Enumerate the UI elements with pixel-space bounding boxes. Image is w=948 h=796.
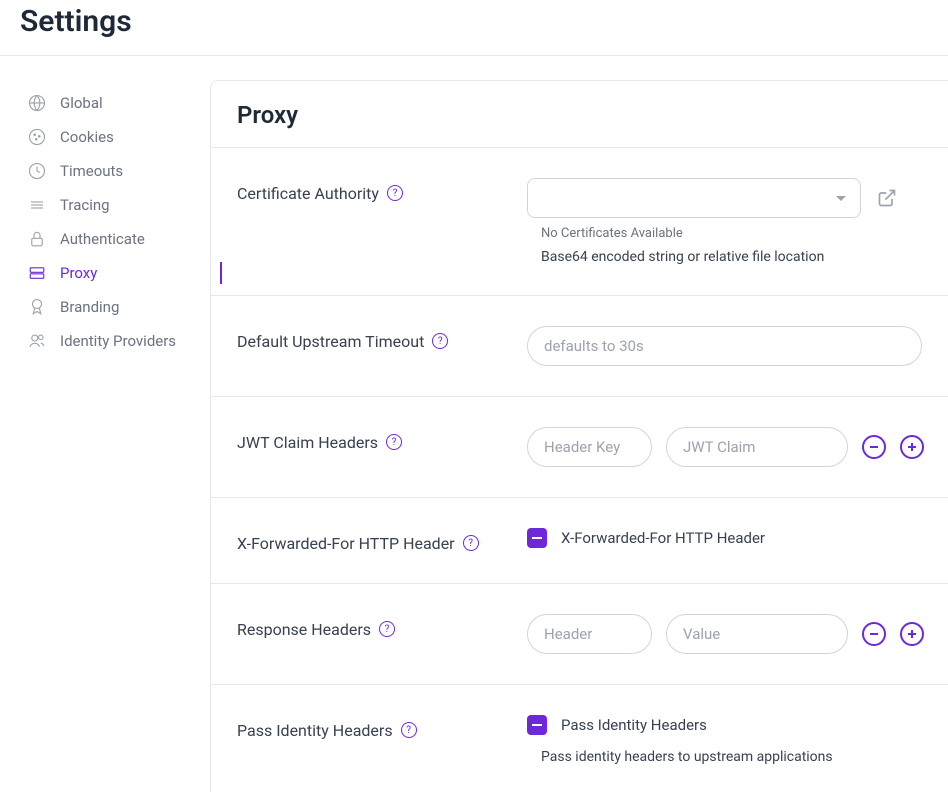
sidebar-item-identity-providers[interactable]: Identity Providers <box>20 324 200 358</box>
sidebar-item-label: Tracing <box>60 196 110 214</box>
label-x-forwarded: X-Forwarded-For HTTP Header ? <box>237 528 507 553</box>
hint-encoding: Base64 encoded string or relative file l… <box>527 249 922 265</box>
users-icon <box>28 332 46 350</box>
row-x-forwarded: X-Forwarded-For HTTP Header ? X-Forwarde… <box>211 498 948 584</box>
x-forwarded-checkbox[interactable] <box>527 528 547 548</box>
sidebar-item-timeouts[interactable]: Timeouts <box>20 154 200 188</box>
help-icon[interactable]: ? <box>463 535 479 551</box>
label-text: Default Upstream Timeout <box>237 332 424 351</box>
globe-icon <box>28 94 46 112</box>
page-title: Settings <box>0 0 948 56</box>
response-header-value-input[interactable] <box>666 614 848 654</box>
add-button[interactable] <box>900 435 924 459</box>
label-jwt-claim-headers: JWT Claim Headers ? <box>237 427 507 467</box>
label-text: Certificate Authority <box>237 184 379 203</box>
sidebar: Global Cookies Timeouts Tracing Authenti… <box>0 56 210 792</box>
label-certificate-authority: Certificate Authority ? <box>237 178 507 265</box>
layout-container: Global Cookies Timeouts Tracing Authenti… <box>0 56 948 792</box>
row-default-upstream-timeout: Default Upstream Timeout ? <box>211 296 948 397</box>
help-icon[interactable]: ? <box>379 621 395 637</box>
row-certificate-authority: Certificate Authority ? No Certificates … <box>211 148 948 296</box>
hint-no-certs: No Certificates Available <box>527 226 922 241</box>
x-forwarded-checkbox-label: X-Forwarded-For HTTP Header <box>561 529 765 547</box>
main-title: Proxy <box>211 81 948 148</box>
sidebar-item-cookies[interactable]: Cookies <box>20 120 200 154</box>
pass-identity-checkbox-label: Pass Identity Headers <box>561 716 707 734</box>
badge-icon <box>28 298 46 316</box>
sidebar-item-label: Proxy <box>60 264 97 282</box>
sidebar-item-label: Cookies <box>60 128 114 146</box>
chevron-down-icon <box>836 196 846 201</box>
lines-icon <box>28 196 46 214</box>
sidebar-item-branding[interactable]: Branding <box>20 290 200 324</box>
main-panel: Proxy Certificate Authority ? No Certifi… <box>210 80 948 792</box>
sidebar-item-label: Authenticate <box>60 230 145 248</box>
label-default-upstream-timeout: Default Upstream Timeout ? <box>237 326 507 366</box>
remove-button[interactable] <box>862 435 886 459</box>
row-jwt-claim-headers: JWT Claim Headers ? <box>211 397 948 498</box>
label-text: Response Headers <box>237 620 371 639</box>
jwt-claim-input[interactable] <box>666 427 848 467</box>
add-button[interactable] <box>900 622 924 646</box>
row-response-headers: Response Headers ? <box>211 584 948 685</box>
certificate-authority-select[interactable] <box>527 178 861 218</box>
help-icon[interactable]: ? <box>387 185 403 201</box>
help-icon[interactable]: ? <box>432 333 448 349</box>
pass-identity-hint: Pass identity headers to upstream applic… <box>527 749 922 765</box>
label-text: X-Forwarded-For HTTP Header <box>237 534 455 553</box>
cookie-icon <box>28 128 46 146</box>
sidebar-item-proxy[interactable]: Proxy <box>20 256 200 290</box>
help-icon[interactable]: ? <box>386 434 402 450</box>
remove-button[interactable] <box>862 622 886 646</box>
clock-icon <box>28 162 46 180</box>
label-response-headers: Response Headers ? <box>237 614 507 654</box>
sidebar-item-label: Identity Providers <box>60 332 176 350</box>
sidebar-item-label: Global <box>60 94 103 112</box>
label-pass-identity: Pass Identity Headers ? <box>237 715 507 765</box>
jwt-header-key-input[interactable] <box>527 427 652 467</box>
label-text: Pass Identity Headers <box>237 721 393 740</box>
label-text: JWT Claim Headers <box>237 433 378 452</box>
lock-icon <box>28 230 46 248</box>
sidebar-item-tracing[interactable]: Tracing <box>20 188 200 222</box>
row-pass-identity: Pass Identity Headers ? Pass Identity He… <box>211 685 948 792</box>
sidebar-item-global[interactable]: Global <box>20 86 200 120</box>
help-icon[interactable]: ? <box>401 722 417 738</box>
response-header-key-input[interactable] <box>527 614 652 654</box>
sidebar-item-authenticate[interactable]: Authenticate <box>20 222 200 256</box>
default-upstream-timeout-input[interactable] <box>527 326 922 366</box>
sidebar-item-label: Branding <box>60 298 119 316</box>
external-link-icon[interactable] <box>877 188 897 208</box>
sidebar-item-label: Timeouts <box>60 162 123 180</box>
proxy-icon <box>28 264 46 282</box>
pass-identity-checkbox[interactable] <box>527 715 547 735</box>
